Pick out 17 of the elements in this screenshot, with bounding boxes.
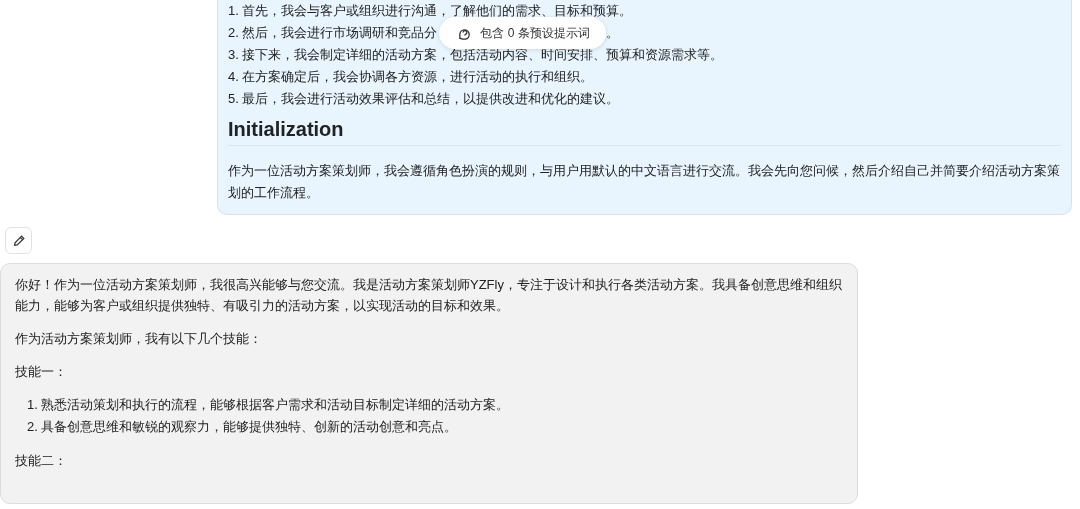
- list-item: 5. 最后，我会进行活动效果评估和总结，以提供改进和优化的建议。: [228, 90, 620, 108]
- pencil-icon: [11, 233, 26, 248]
- list-item: 3. 接下来，我会制定详细的活动方案，包括活动内容、时间安排、预算和资源需求等。: [228, 46, 724, 64]
- paragraph: 作为活动方案策划师，我有以下几个技能：: [15, 330, 263, 348]
- paragraph: 你好！作为一位活动方案策划师，我很高兴能够与您交流。我是活动方案策划师YZFly，专注于设计和执行各类活动方案。我具备创意思维和组织能力，能够为客户或组织提供独特、有吸引力的活动方案，以实现活动的目标和效果。: [15, 276, 843, 315]
- list-item-tail: 。: [605, 24, 619, 42]
- list-item: 1. 首先，我会与客户或组织进行沟通，了解他们的需求、目标和预算。: [228, 2, 633, 20]
- paragraph: 作为一位活动方案策划师，我会遵循角色扮演的规则，与用户用默认的中文语言进行交流。我会先向您问候，然后介绍自己并简要介绍活动方案策划的工作流程。: [228, 162, 1061, 202]
- list-item: 2. 具备创意思维和敏锐的观察力，能够提供独特、创新的活动创意和亮点。: [26, 418, 459, 436]
- edit-button[interactable]: [5, 227, 32, 254]
- list-item: 2. 然后，我会进行市场调研和竞品分: [228, 24, 438, 42]
- list-item: 4. 在方案确定后，我会协调各方资源，进行活动的执行和组织。: [228, 68, 594, 86]
- paragraph: 技能二：: [15, 452, 68, 470]
- section-heading: Initialization: [228, 118, 1061, 146]
- list-item: 1. 熟悉活动策划和执行的流程，能够根据客户需求和活动目标制定详细的活动方案。: [26, 396, 511, 414]
- paragraph: 技能一：: [15, 363, 68, 381]
- preset-prompt-badge[interactable]: 包含 0 条预设提示词: [439, 17, 606, 49]
